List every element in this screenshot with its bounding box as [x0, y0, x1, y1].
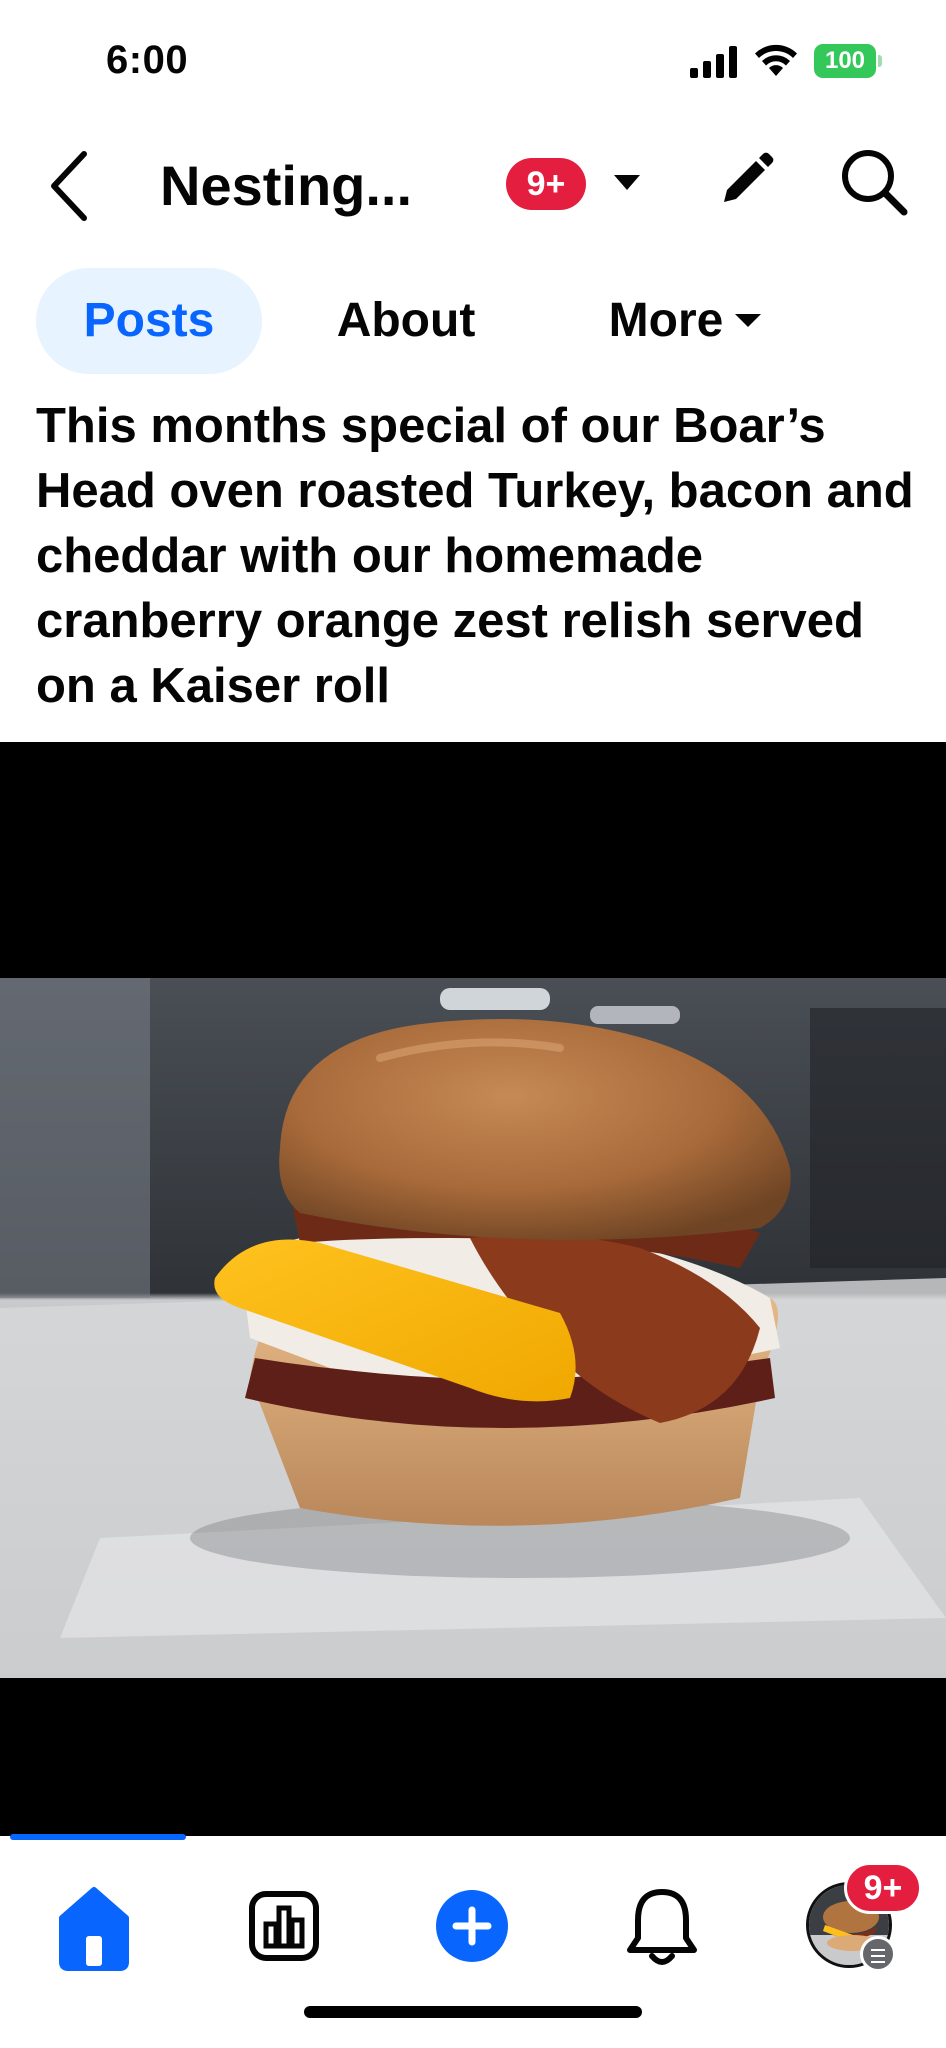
profile-notification-badge: 9+ — [844, 1862, 922, 1914]
menu-icon — [860, 1936, 896, 1972]
screen: 6:00 100 Nesting... 9+ Posts About More … — [0, 0, 946, 2048]
tab-more[interactable]: More — [570, 268, 800, 374]
home-indicator — [304, 2006, 642, 2018]
status-bar: 6:00 100 — [0, 0, 946, 120]
battery-icon: 100 — [814, 44, 882, 78]
back-icon[interactable] — [40, 146, 100, 226]
signal-icon — [690, 46, 737, 78]
home-icon — [59, 1887, 129, 1971]
search-icon[interactable] — [836, 144, 910, 218]
sandwich-photo[interactable] — [0, 978, 946, 1678]
page-tabs: Posts About More — [0, 268, 946, 378]
nav-dashboard[interactable] — [234, 1876, 334, 1976]
page-title[interactable]: Nesting... — [160, 150, 412, 223]
sandwich-illustration — [0, 978, 946, 1678]
battery-level: 100 — [814, 44, 876, 78]
tab-more-label: More — [608, 294, 724, 347]
battery-tip — [878, 55, 882, 67]
post-text: This months special of our Boar’s Head o… — [36, 399, 914, 713]
bell-icon — [627, 1889, 697, 1965]
post-media[interactable] — [0, 742, 946, 1836]
dashboard-icon — [249, 1891, 319, 1961]
wifi-icon — [755, 44, 797, 76]
nav-home[interactable] — [44, 1876, 144, 1976]
tab-posts[interactable]: Posts — [36, 268, 262, 374]
create-icon — [436, 1890, 508, 1962]
nav-profile[interactable]: 9+ — [800, 1862, 922, 1976]
page-notification-badge[interactable]: 9+ — [506, 158, 586, 210]
nav-notifications[interactable] — [612, 1876, 712, 1976]
edit-icon[interactable] — [714, 150, 776, 212]
tab-about[interactable]: About — [300, 268, 512, 374]
nav-create[interactable] — [422, 1876, 522, 1976]
status-time: 6:00 — [106, 38, 189, 82]
caret-down-icon[interactable] — [612, 172, 642, 192]
top-nav: Nesting... 9+ — [0, 130, 946, 240]
more-caret-icon — [735, 313, 762, 327]
